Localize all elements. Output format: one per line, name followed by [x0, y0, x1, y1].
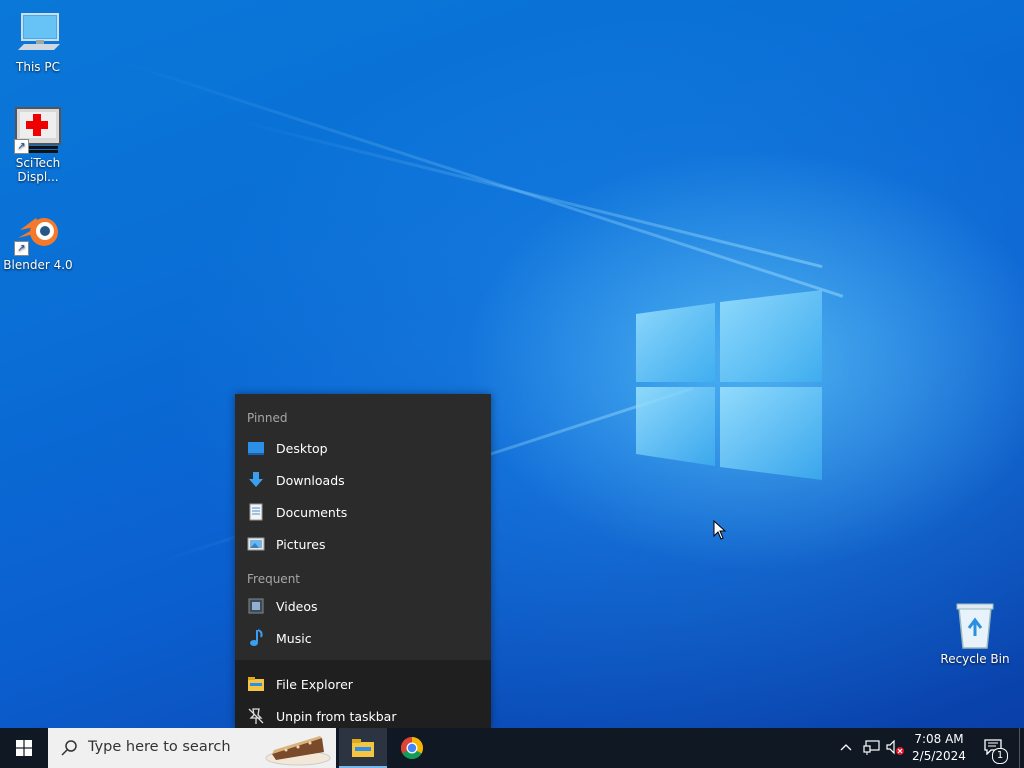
desktop-background[interactable]: This PC ↗ SciTech Displ... ↗ Blender 4.0…	[0, 0, 1024, 728]
jumplist-item-label: Videos	[276, 598, 318, 614]
volume-button[interactable]	[884, 728, 906, 768]
desktop-icon-scitech-display[interactable]: ↗ SciTech Displ...	[0, 106, 76, 184]
shortcut-arrow-icon: ↗	[14, 139, 29, 154]
file-explorer-jump-list: Pinned Desktop Downloads Documents Pictu…	[235, 394, 491, 728]
music-note-icon	[247, 629, 265, 647]
windows-start-icon	[16, 740, 32, 756]
jumplist-item-desktop[interactable]: Desktop	[235, 432, 491, 464]
action-center-button[interactable]: 1	[978, 728, 1018, 768]
start-button[interactable]	[0, 728, 48, 768]
jumplist-item-unpin[interactable]: Unpin from taskbar	[235, 700, 491, 728]
show-hidden-icons-button[interactable]	[836, 728, 856, 768]
taskbar-file-explorer-button[interactable]	[339, 728, 387, 768]
jumplist-item-label: Music	[276, 630, 312, 646]
light-beam	[239, 120, 823, 269]
jumplist-item-label: File Explorer	[276, 676, 353, 692]
videos-icon	[247, 597, 265, 615]
jumplist-frequent-header: Frequent	[247, 572, 300, 586]
taskbar-search-box[interactable]: Type here to search	[48, 728, 336, 768]
jumplist-pinned-header: Pinned	[247, 411, 288, 425]
file-explorer-icon	[247, 675, 265, 693]
jumplist-item-videos[interactable]: Videos	[235, 590, 491, 622]
recycle-bin-icon	[951, 602, 999, 650]
search-highlight-image	[265, 736, 331, 766]
jumplist-item-documents[interactable]: Documents	[235, 496, 491, 528]
mouse-cursor-icon	[713, 520, 727, 540]
desktop-icon-blender[interactable]: ↗ Blender 4.0	[0, 208, 76, 272]
desktop-icon-recycle-bin[interactable]: Recycle Bin	[937, 602, 1013, 666]
show-desktop-button[interactable]	[1019, 728, 1024, 768]
jumplist-item-pictures[interactable]: Pictures	[235, 528, 491, 560]
downloads-arrow-icon	[247, 471, 265, 489]
computer-icon	[14, 10, 62, 58]
jumplist-tasks: File Explorer Unpin from taskbar	[235, 660, 491, 728]
jumplist-item-label: Documents	[276, 504, 348, 520]
search-placeholder: Type here to search	[88, 739, 231, 755]
chevron-up-icon	[840, 744, 852, 751]
network-icon	[863, 740, 880, 755]
pictures-icon	[247, 535, 265, 553]
scitech-display-icon: ↗	[14, 106, 62, 154]
jumplist-item-file-explorer[interactable]: File Explorer	[235, 668, 491, 700]
notification-count-badge: 1	[992, 748, 1008, 764]
file-explorer-icon	[352, 739, 374, 757]
jumplist-item-label: Unpin from taskbar	[276, 708, 397, 724]
shortcut-arrow-icon: ↗	[14, 241, 29, 256]
windows-logo	[636, 290, 822, 480]
jumplist-item-label: Desktop	[276, 440, 328, 456]
clock-date: 2/5/2024	[912, 749, 966, 763]
taskbar-clock[interactable]: 7:08 AM 2/5/2024	[905, 728, 973, 768]
desktop-folder-icon	[247, 439, 265, 457]
volume-muted-icon	[886, 740, 904, 755]
documents-icon	[247, 503, 265, 521]
network-button[interactable]	[860, 728, 882, 768]
light-beam	[119, 60, 844, 298]
taskbar-chrome-button[interactable]	[388, 728, 436, 768]
desktop-icon-label: Recycle Bin	[940, 652, 1010, 666]
unpin-icon	[247, 707, 265, 725]
jumplist-item-music[interactable]: Music	[235, 622, 491, 654]
search-icon	[61, 740, 77, 756]
taskbar: Type here to search 7:08 AM 2/5/2024 1	[0, 728, 1024, 768]
chrome-icon	[401, 737, 423, 759]
desktop-icon-label: SciTech Displ...	[15, 156, 61, 184]
desktop-icon-label: Blender 4.0	[3, 258, 73, 272]
blender-icon: ↗	[14, 208, 62, 256]
jumplist-item-downloads[interactable]: Downloads	[235, 464, 491, 496]
clock-time: 7:08 AM	[914, 732, 964, 746]
desktop-icon-label: This PC	[16, 60, 60, 74]
jumplist-item-label: Pictures	[276, 536, 326, 552]
desktop-icon-this-pc[interactable]: This PC	[0, 10, 76, 74]
jumplist-item-label: Downloads	[276, 472, 345, 488]
